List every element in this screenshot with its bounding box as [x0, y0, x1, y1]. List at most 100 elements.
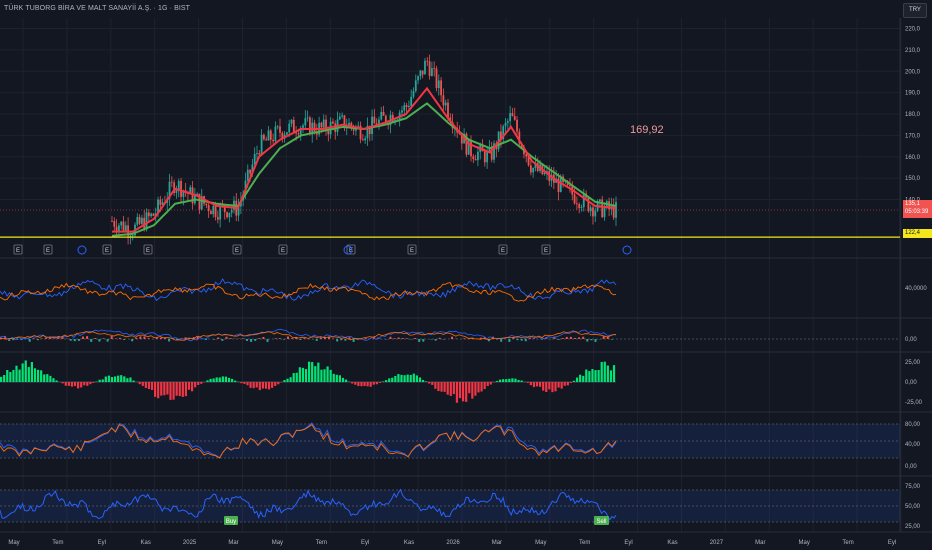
pane3-hist-bar: [70, 382, 74, 387]
candle-body: [290, 119, 293, 124]
pane2-hist-bar: [438, 337, 441, 339]
pane3-hist-bar: [92, 382, 95, 383]
pane3-hist-bar: [15, 365, 18, 382]
candle-body: [361, 139, 364, 141]
candle-body: [380, 111, 383, 120]
pane3-hist-bar: [289, 377, 292, 382]
pane3-hist-bar: [612, 365, 616, 382]
pane3-hist-bar: [218, 377, 221, 382]
pane2-hist-bar: [434, 339, 437, 341]
candle-body: [274, 126, 277, 142]
pane3-hist-bar: [258, 382, 261, 391]
candle-body: [262, 134, 265, 140]
y-tick-label: 170,0: [905, 133, 921, 139]
pane3-hist-bar: [569, 382, 572, 383]
currency-button[interactable]: TRY: [903, 3, 927, 18]
pane3-hist-bar: [64, 382, 67, 386]
pane2-hist-bar: [73, 339, 76, 342]
pane3-hist-bar: [508, 378, 511, 382]
pane3-hist-bar: [517, 379, 520, 382]
candle-body: [341, 115, 344, 117]
candle-body: [228, 212, 231, 218]
chart-title: TÜRK TUBORG BİRA VE MALT SANAYİİ A.Ş. · …: [4, 5, 191, 12]
candle-body: [594, 210, 597, 217]
countdown-value: 05:03:39: [905, 209, 929, 215]
pane1-orange-line: [0, 282, 617, 302]
pane2-hist-bar: [352, 339, 355, 342]
candle-body: [136, 217, 139, 225]
candle-body: [141, 217, 143, 224]
pane3-hist-bar: [43, 374, 46, 382]
pane3-hist-bar: [560, 382, 563, 389]
pane3-hist-bar: [123, 376, 126, 382]
candle-body: [410, 96, 413, 106]
x-axis-label: Kas: [404, 540, 414, 546]
pane3-hist-bar: [9, 371, 12, 382]
candle-body: [573, 194, 576, 204]
x-axis-label: Tem: [842, 540, 853, 546]
pane3-hist-bar: [227, 377, 231, 382]
pane2-hist-bar: [86, 336, 89, 339]
pane3-hist-bar: [304, 369, 308, 382]
pane3-hist-bar: [594, 370, 597, 382]
pane3-hist-bar: [563, 382, 566, 386]
candle-body: [470, 140, 472, 157]
y-tick-label: 190,0: [905, 91, 921, 97]
candle-body: [511, 113, 514, 117]
pane3-hist-bar: [388, 378, 391, 382]
candle-body: [407, 105, 410, 108]
x-axis-label: 2025: [183, 540, 197, 546]
pane3-hist-bar: [446, 382, 449, 395]
candle-body: [131, 235, 134, 237]
chart-canvas[interactable]: 220,0 210,0 200,0 190,0 180,0 170,0 160,0 150,0…: [0, 0, 932, 550]
pane3-hist-bar: [150, 382, 154, 390]
candle-body: [170, 181, 173, 183]
series-point: [405, 107, 406, 108]
candle-body: [207, 205, 210, 212]
candle-body: [258, 153, 261, 155]
candle-body: [414, 80, 417, 91]
pane3-hist-bar: [311, 362, 314, 382]
pane3-hist-bar: [36, 369, 40, 382]
series-point: [384, 118, 385, 119]
pane3-hist-bar: [357, 382, 360, 387]
candle-body: [401, 110, 403, 113]
pane3-hist-bar: [295, 372, 298, 382]
pane2-hist-bar: [229, 338, 232, 339]
pane3-hist-bar: [298, 367, 301, 382]
series-point: [237, 207, 238, 208]
candle-body: [320, 122, 323, 128]
y-tick-label: 210,0: [905, 48, 921, 54]
pane3-hist-bar: [286, 378, 289, 382]
series-point: [447, 109, 448, 110]
pane3-hist-bar: [83, 382, 86, 386]
pane3-hist-bar: [157, 382, 160, 399]
pane2-hist-bar: [28, 339, 31, 342]
pane3-hist-bar: [391, 377, 394, 382]
pane3-axis-label: 0,00: [905, 380, 917, 386]
pane2-hist-bar: [393, 338, 396, 339]
pane3-hist-bar: [3, 375, 6, 382]
candle-body: [124, 225, 127, 231]
series-point: [531, 167, 532, 168]
pane2-hist-bar: [340, 339, 343, 341]
pane3-axis-label: -25,00: [905, 400, 923, 406]
pane3-hist-bar: [224, 376, 228, 382]
candle-body: [276, 126, 279, 128]
pane3-hist-bar: [117, 375, 120, 382]
pane3-hist-bar: [46, 374, 49, 382]
pane3-hist-bar: [184, 382, 187, 397]
pane2-hist-bar: [516, 339, 519, 341]
candle-body: [474, 159, 477, 161]
pane3-hist-bar: [400, 374, 403, 382]
pane2-hist-bar: [118, 337, 121, 339]
pane3-hist-bar: [351, 382, 354, 384]
pane3-hist-bar: [403, 375, 406, 382]
pane3-hist-bar: [172, 382, 175, 400]
pane2-hist-bar: [520, 339, 523, 341]
pane3-hist-bar: [431, 382, 434, 385]
earnings-marker-label: E: [235, 248, 239, 254]
pane3-hist-bar: [132, 380, 135, 382]
series-point: [300, 124, 301, 125]
pane3-hist-bar: [154, 382, 157, 397]
